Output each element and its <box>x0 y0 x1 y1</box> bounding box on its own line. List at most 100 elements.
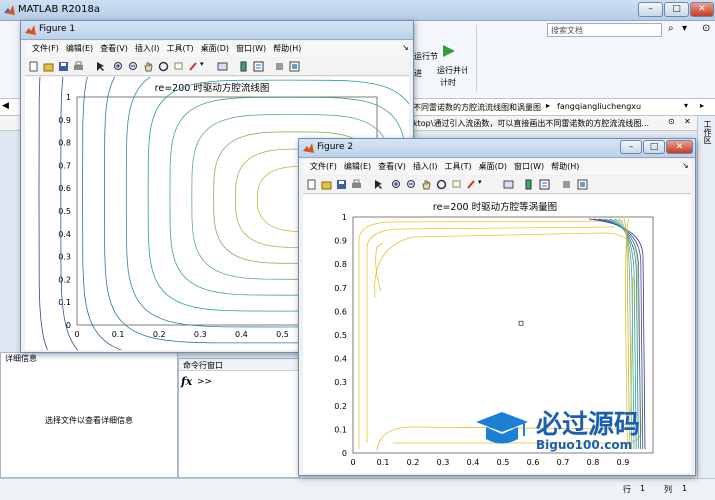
watermark-logo-icon <box>476 412 528 444</box>
fig2-menu-view[interactable]: 查看(V) <box>378 159 406 175</box>
figure-2-dock-icon[interactable]: ↘ <box>682 161 689 170</box>
expand-icon[interactable]: ⊙ <box>702 23 710 34</box>
link-plot-icon[interactable] <box>217 61 228 72</box>
fig2-menu-edit[interactable]: 编辑(E) <box>344 159 371 175</box>
figure-2-close-button[interactable]: ✕ <box>666 140 693 154</box>
fig2-ytick-label: 0.8 <box>334 260 347 269</box>
close-button[interactable]: ✕ <box>690 2 714 17</box>
fig1-menu-desktop[interactable]: 桌面(D) <box>201 41 229 57</box>
minimize-button[interactable]: – <box>638 2 663 17</box>
run-section-label[interactable]: 运行节 <box>414 51 438 62</box>
figure-1-toolbar: ▾ <box>25 58 409 76</box>
run-and-time-label[interactable]: 运行并计时 <box>437 65 467 76</box>
fig1-menu-edit[interactable]: 编辑(E) <box>66 41 93 57</box>
new-figure-icon[interactable] <box>28 61 39 72</box>
zoom-out-icon[interactable] <box>406 179 417 190</box>
figure-2-title-bar[interactable]: Figure 2 – □ ✕ <box>299 139 695 158</box>
save-icon[interactable] <box>336 179 347 190</box>
colorbar-icon[interactable] <box>523 179 534 190</box>
run-and-time-icon[interactable] <box>440 43 458 59</box>
fig2-menu-tools[interactable]: 工具(T) <box>444 159 471 175</box>
fig1-menu-tools[interactable]: 工具(T) <box>166 41 193 57</box>
figure-1-title-bar[interactable]: Figure 1 <box>21 21 413 40</box>
fig2-ytick-label: 0.5 <box>334 331 347 340</box>
figure-2-maximize-button[interactable]: □ <box>643 140 665 154</box>
select-pointer-icon[interactable] <box>95 61 106 72</box>
pan-hand-icon[interactable] <box>421 179 432 190</box>
status-row-label: 行 <box>623 485 631 494</box>
fig2-menu-file[interactable]: 文件(F) <box>310 159 337 175</box>
brush-icon[interactable] <box>466 179 477 190</box>
command-window[interactable]: 命令行窗口 fx >> <box>178 358 300 478</box>
address-folder[interactable]: fangqiangliuchengxu <box>557 102 641 111</box>
pan-hand-icon[interactable] <box>143 61 154 72</box>
fig1-menu-help[interactable]: 帮助(H) <box>273 41 301 57</box>
zoom-in-icon[interactable] <box>391 179 402 190</box>
address-dropdown-icon[interactable]: ▾ <box>684 101 688 110</box>
browse-folder-icon[interactable]: ▸ <box>700 101 704 110</box>
brush-icon[interactable] <box>188 61 199 72</box>
fig2-menu-insert[interactable]: 插入(I) <box>413 159 438 175</box>
workspace-side-tab[interactable]: 工作区 <box>697 116 715 478</box>
status-bar: 行 1 列 1 <box>0 478 715 500</box>
watermark: 必过源码 Biguo100.com <box>472 404 672 460</box>
fig1-menu-insert[interactable]: 插入(I) <box>135 41 160 57</box>
open-file-icon[interactable] <box>321 179 332 190</box>
rotate-3d-icon[interactable] <box>158 61 169 72</box>
notification-icon[interactable]: ▾ <box>682 23 687 34</box>
back-icon[interactable]: ◀ <box>2 101 9 111</box>
fig1-ytick-label: 0.9 <box>58 116 71 125</box>
colorbar-icon[interactable] <box>238 61 249 72</box>
command-window-header: 命令行窗口 <box>179 359 299 371</box>
brush-dropdown-icon[interactable]: ▾ <box>478 178 482 186</box>
fig2-ytick-label: 0.3 <box>334 378 347 387</box>
fig1-menu-window[interactable]: 窗口(W) <box>236 41 266 57</box>
legend-icon[interactable] <box>253 61 264 72</box>
search-placeholder: 搜索文档 <box>551 26 583 35</box>
figure-1-dock-icon[interactable]: ↘ <box>402 43 409 52</box>
link-plot-icon[interactable] <box>503 179 514 190</box>
fig1-menu-view[interactable]: 查看(V) <box>100 41 128 57</box>
save-icon[interactable] <box>58 61 69 72</box>
fig1-menu-file[interactable]: 文件(F) <box>32 41 59 57</box>
fig2-menu-help[interactable]: 帮助(H) <box>551 159 579 175</box>
info-close-icon[interactable]: ✕ <box>684 117 691 126</box>
open-file-icon[interactable] <box>43 61 54 72</box>
select-pointer-icon[interactable] <box>373 179 384 190</box>
main-title-bar: MATLAB R2018a – □ ✕ <box>0 0 715 21</box>
show-plot-tools-icon[interactable] <box>577 179 588 190</box>
run-advance-label[interactable]: 进 <box>414 68 422 79</box>
fx-icon[interactable]: fx <box>181 375 192 388</box>
brush-dropdown-icon[interactable]: ▾ <box>200 60 204 68</box>
rotate-3d-icon[interactable] <box>436 179 447 190</box>
hide-plot-tools-icon[interactable] <box>274 61 285 72</box>
data-cursor-icon[interactable] <box>173 61 184 72</box>
address-path[interactable]: 不同雷诺数的方腔流流线图和涡量图 <box>413 102 541 113</box>
legend-icon[interactable] <box>539 179 550 190</box>
hide-plot-tools-icon[interactable] <box>561 179 572 190</box>
command-prompt[interactable]: >> <box>197 377 212 387</box>
fig2-menu-window[interactable]: 窗口(W) <box>514 159 544 175</box>
fig2-menu-desktop[interactable]: 桌面(D) <box>479 159 507 175</box>
search-icon[interactable]: ⌕ <box>668 23 674 34</box>
new-figure-icon[interactable] <box>306 179 317 190</box>
fig2-center-marker <box>518 320 524 326</box>
fig2-xtick-label: 0 <box>350 458 355 467</box>
data-cursor-icon[interactable] <box>451 179 462 190</box>
details-placeholder: 选择文件以查看详细信息 <box>45 416 133 425</box>
search-documentation-input[interactable]: 搜索文档 <box>547 23 662 37</box>
zoom-in-icon[interactable] <box>113 61 124 72</box>
figure-2-minimize-button[interactable]: – <box>620 140 642 154</box>
print-icon[interactable] <box>73 61 84 72</box>
figure-2-menu-bar: 文件(F) 编辑(E) 查看(V) 插入(I) 工具(T) 桌面(D) 窗口(W) 帮助(H) <box>303 159 691 175</box>
figure-1-menu-bar: 文件(F) 编辑(E) 查看(V) 插入(I) 工具(T) 桌面(D) 窗口(W) 帮助(H) <box>25 41 409 57</box>
maximize-button[interactable]: □ <box>664 2 689 17</box>
print-icon[interactable] <box>351 179 362 190</box>
info-options-icon[interactable]: ⊙ <box>668 117 675 126</box>
workspace-tab-label[interactable]: 工作区 <box>702 120 713 144</box>
show-plot-tools-icon[interactable] <box>289 61 300 72</box>
fig2-ytick-label: 0.2 <box>334 402 347 411</box>
fig1-ytick-label: 0.3 <box>58 253 71 262</box>
zoom-out-icon[interactable] <box>128 61 139 72</box>
status-row-value: 1 <box>640 484 646 493</box>
